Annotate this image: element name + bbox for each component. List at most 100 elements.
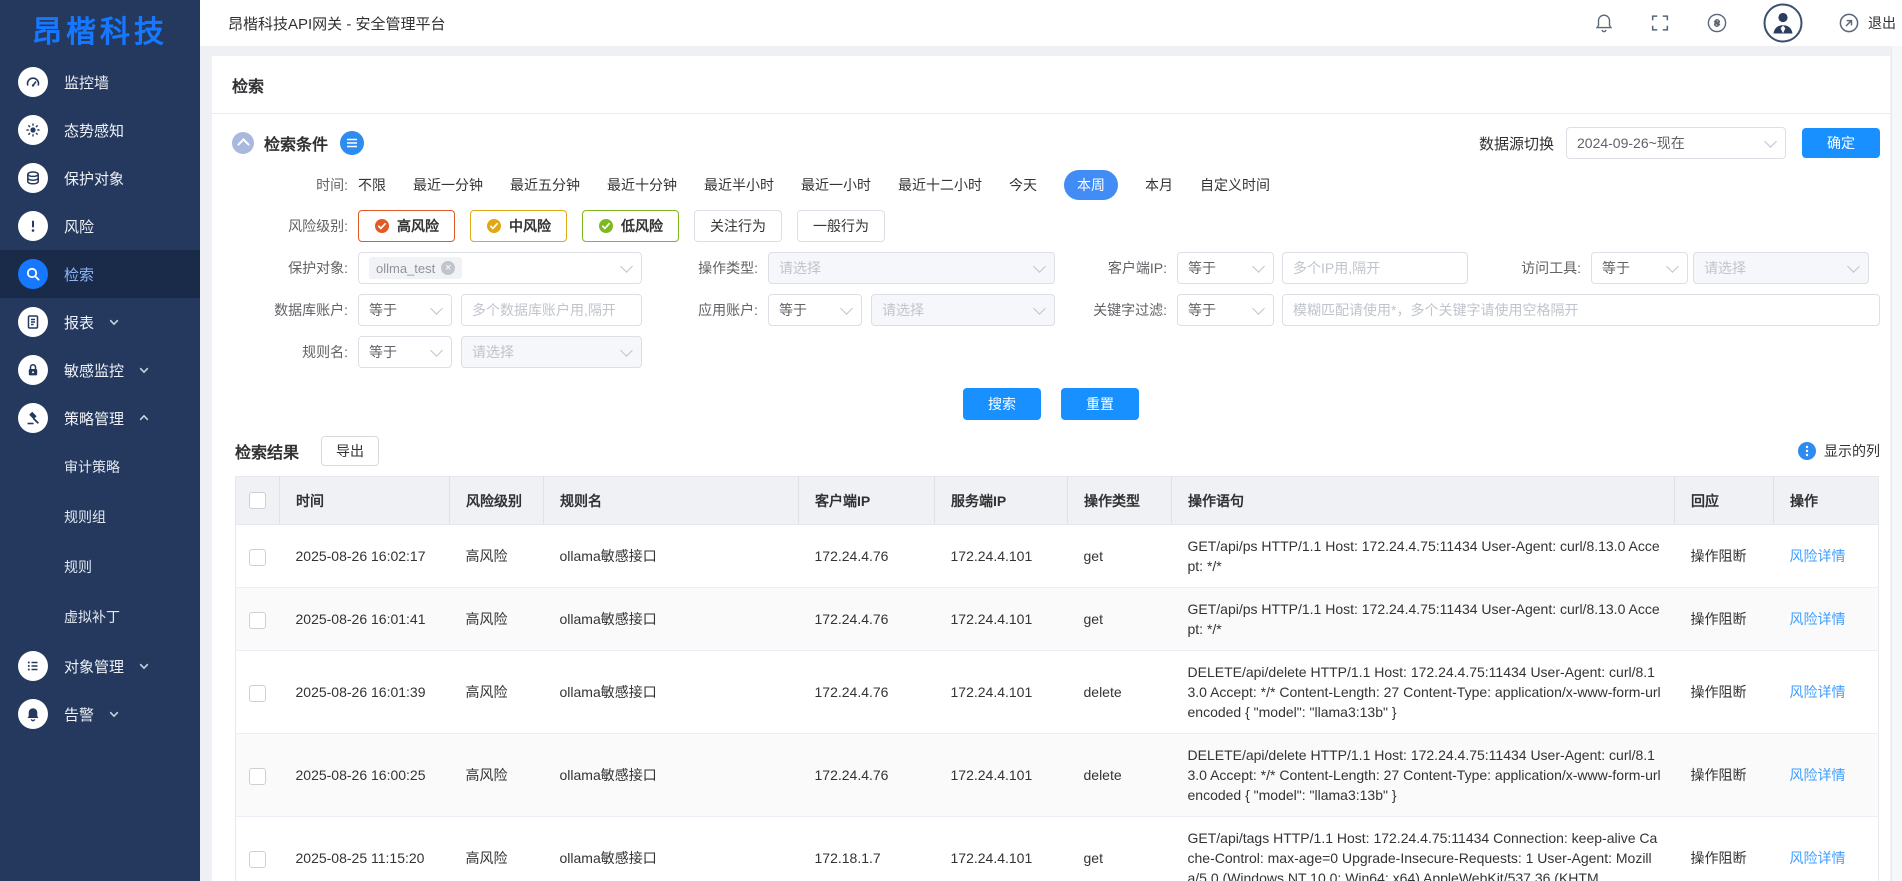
risk-detail-link[interactable]: 风险详情 bbox=[1790, 548, 1846, 564]
logout-button[interactable]: 退出 bbox=[1837, 11, 1896, 35]
time-option[interactable]: 本周 bbox=[1064, 170, 1118, 200]
datasource-select[interactable]: 2024-09-26~现在 bbox=[1566, 127, 1786, 159]
sidebar-item-label: 风险 bbox=[64, 216, 94, 237]
risk-level-row: 风险级别: 高风险中风险低风险关注行为一般行为 bbox=[212, 210, 1890, 242]
select-all-checkbox[interactable] bbox=[249, 492, 266, 509]
operation-type-label: 操作类型: bbox=[642, 258, 768, 278]
avatar-icon[interactable] bbox=[1763, 3, 1803, 43]
cell-action: 风险详情 bbox=[1774, 651, 1879, 734]
client-ip-input[interactable] bbox=[1282, 252, 1468, 284]
sidebar-item-objects[interactable]: 对象管理 bbox=[0, 642, 200, 690]
keyword-filter-input[interactable] bbox=[1282, 294, 1880, 326]
sidebar-item-gauge[interactable]: 监控墙 bbox=[0, 58, 200, 106]
remove-tag-icon[interactable]: × bbox=[441, 261, 455, 275]
search-icon bbox=[18, 259, 48, 289]
risk-icon bbox=[18, 211, 48, 241]
cell-server-ip: 172.24.4.101 bbox=[935, 734, 1068, 817]
db-account-input[interactable] bbox=[461, 294, 642, 326]
time-option[interactable]: 自定义时间 bbox=[1200, 170, 1270, 200]
cell-action: 风险详情 bbox=[1774, 817, 1879, 881]
sidebar-item-report[interactable]: 报表 bbox=[0, 298, 200, 346]
filter-row-2: 数据库账户: 等于 应用账户: 等于 请选择 关键字过滤: 等于 bbox=[212, 294, 1890, 326]
search-button[interactable]: 搜索 bbox=[963, 388, 1041, 420]
rule-name-select[interactable]: 请选择 bbox=[461, 336, 642, 368]
cell-client-ip: 172.18.1.7 bbox=[799, 817, 935, 881]
risk-detail-link[interactable]: 风险详情 bbox=[1790, 611, 1846, 627]
chevron-down-icon bbox=[1033, 302, 1046, 315]
scrollbar-track[interactable] bbox=[1891, 46, 1902, 881]
sidebar-item-label: 检索 bbox=[64, 264, 94, 285]
cell-action: 风险详情 bbox=[1774, 525, 1879, 588]
risk-level-button[interactable]: 低风险 bbox=[582, 210, 679, 242]
brand-logo: 昂楷科技 bbox=[0, 0, 200, 58]
sidebar-item-risk[interactable]: 风险 bbox=[0, 202, 200, 250]
sidebar-item-lock[interactable]: 敏感监控 bbox=[0, 346, 200, 394]
time-option[interactable]: 最近一小时 bbox=[801, 170, 871, 200]
risk-detail-link[interactable]: 风险详情 bbox=[1790, 684, 1846, 700]
column-header: 操作类型 bbox=[1068, 477, 1172, 525]
rule-name-operator-select[interactable]: 等于 bbox=[358, 336, 452, 368]
bell-icon[interactable] bbox=[1593, 12, 1615, 34]
cell-response: 操作阻断 bbox=[1675, 525, 1774, 588]
chevron-down-icon bbox=[1847, 260, 1860, 273]
sidebar-item-situation[interactable]: 态势感知 bbox=[0, 106, 200, 154]
table-row: 2025-08-26 16:01:39高风险ollama敏感接口172.24.4… bbox=[236, 651, 1879, 734]
sidebar-item-policy[interactable]: 策略管理 bbox=[0, 394, 200, 442]
row-checkbox[interactable] bbox=[249, 851, 266, 868]
cell-time: 2025-08-26 16:02:17 bbox=[280, 525, 450, 588]
sidebar-subitem[interactable]: 规则 bbox=[0, 542, 200, 592]
cell-statement: GET/api/ps HTTP/1.1 Host: 172.24.4.75:11… bbox=[1172, 525, 1675, 588]
sidebar-subitem[interactable]: 虚拟补丁 bbox=[0, 592, 200, 642]
sidebar-subitem[interactable]: 审计策略 bbox=[0, 442, 200, 492]
sidebar-menu: 监控墙态势感知保护对象风险检索报表敏感监控策略管理审计策略规则组规则虚拟补丁对象… bbox=[0, 58, 200, 738]
collapse-section-button[interactable] bbox=[232, 132, 254, 154]
db-account-operator-select[interactable]: 等于 bbox=[358, 294, 452, 326]
sidebar-item-protect[interactable]: 保护对象 bbox=[0, 154, 200, 202]
row-checkbox-cell bbox=[236, 734, 280, 817]
time-option[interactable]: 本月 bbox=[1145, 170, 1173, 200]
fullscreen-icon[interactable] bbox=[1649, 12, 1671, 34]
cell-statement: DELETE/api/delete HTTP/1.1 Host: 172.24.… bbox=[1172, 651, 1675, 734]
row-checkbox[interactable] bbox=[249, 768, 266, 785]
access-tool-select[interactable]: 请选择 bbox=[1693, 252, 1869, 284]
cell-op-type: delete bbox=[1068, 651, 1172, 734]
time-option[interactable]: 最近半小时 bbox=[704, 170, 774, 200]
risk-level-button[interactable]: 关注行为 bbox=[694, 210, 782, 242]
row-checkbox[interactable] bbox=[249, 685, 266, 702]
risk-level-button[interactable]: 高风险 bbox=[358, 210, 455, 242]
export-button[interactable]: 导出 bbox=[321, 436, 379, 466]
cell-rule-name: ollama敏感接口 bbox=[544, 651, 799, 734]
risk-detail-link[interactable]: 风险详情 bbox=[1790, 850, 1846, 866]
risk-level-button[interactable]: 中风险 bbox=[470, 210, 567, 242]
app-account-select[interactable]: 请选择 bbox=[871, 294, 1055, 326]
time-option[interactable]: 不限 bbox=[358, 170, 386, 200]
reset-button[interactable]: 重置 bbox=[1061, 388, 1139, 420]
time-option[interactable]: 今天 bbox=[1009, 170, 1037, 200]
risk-detail-link[interactable]: 风险详情 bbox=[1790, 767, 1846, 783]
keyword-operator-select[interactable]: 等于 bbox=[1177, 294, 1274, 326]
link-icon[interactable] bbox=[1705, 11, 1729, 35]
client-ip-operator-select[interactable]: 等于 bbox=[1177, 252, 1274, 284]
access-tool-operator-select[interactable]: 等于 bbox=[1591, 252, 1688, 284]
app-account-operator-select[interactable]: 等于 bbox=[768, 294, 862, 326]
policy-icon bbox=[18, 403, 48, 433]
sidebar-item-search[interactable]: 检索 bbox=[0, 250, 200, 298]
row-checkbox[interactable] bbox=[249, 549, 266, 566]
row-checkbox[interactable] bbox=[249, 612, 266, 629]
sidebar-item-label: 策略管理 bbox=[64, 408, 124, 429]
time-option[interactable]: 最近五分钟 bbox=[510, 170, 580, 200]
show-columns-button[interactable]: 显示的列 bbox=[1798, 441, 1880, 461]
risk-level-button[interactable]: 一般行为 bbox=[797, 210, 885, 242]
sidebar-item-alarm[interactable]: 告警 bbox=[0, 690, 200, 738]
confirm-button[interactable]: 确定 bbox=[1802, 128, 1880, 158]
datasource-switcher: 数据源切换 2024-09-26~现在 确定 bbox=[1479, 127, 1880, 159]
risk-level-label: 低风险 bbox=[621, 216, 663, 236]
operation-type-select[interactable]: 请选择 bbox=[768, 252, 1055, 284]
time-option[interactable]: 最近十分钟 bbox=[607, 170, 677, 200]
condition-menu-icon[interactable] bbox=[340, 131, 364, 155]
time-option[interactable]: 最近一分钟 bbox=[413, 170, 483, 200]
time-option[interactable]: 最近十二小时 bbox=[898, 170, 982, 200]
protect-object-select[interactable]: ollma_test × bbox=[358, 252, 642, 284]
sidebar-subitem[interactable]: 规则组 bbox=[0, 492, 200, 542]
chevron-down-icon bbox=[108, 316, 120, 328]
